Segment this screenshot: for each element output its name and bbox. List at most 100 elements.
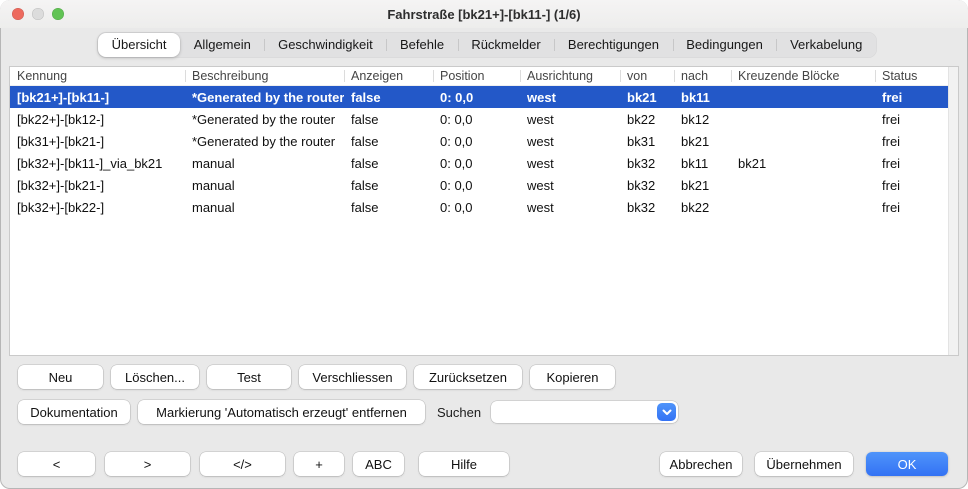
cell-beschreibung: manual <box>185 178 344 193</box>
vertical-scrollbar[interactable] <box>948 67 958 355</box>
column-header-kreuzende[interactable]: Kreuzende Blöcke <box>731 67 875 85</box>
cell-von: bk21 <box>620 90 674 105</box>
table-row[interactable]: [bk32+]-[bk21-]manualfalse0: 0,0westbk32… <box>10 174 958 196</box>
next-button[interactable]: > <box>105 452 190 476</box>
cell-anzeigen: false <box>344 112 433 127</box>
cell-nach: bk21 <box>674 134 731 149</box>
cell-beschreibung: manual <box>185 156 344 171</box>
abbrechen-button[interactable]: Abbrechen <box>660 452 742 476</box>
table-row[interactable]: [bk21+]-[bk11-]*Generated by the routerf… <box>10 86 958 108</box>
cell-position: 0: 0,0 <box>433 90 520 105</box>
hilfe-button[interactable]: Hilfe <box>419 452 509 476</box>
zuruecksetzen-button[interactable]: Zurücksetzen <box>414 365 522 389</box>
search-input[interactable] <box>491 401 678 423</box>
cell-anzeigen: false <box>344 156 433 171</box>
cell-status: frei <box>875 134 946 149</box>
column-header-status[interactable]: Status <box>875 67 946 85</box>
cell-status: frei <box>875 178 946 193</box>
traffic-lights <box>12 8 64 20</box>
column-header-von[interactable]: von <box>620 67 674 85</box>
table-row[interactable]: [bk32+]-[bk11-]_via_bk21manualfalse0: 0,… <box>10 152 958 174</box>
cell-status: frei <box>875 200 946 215</box>
column-header-position[interactable]: Position <box>433 67 520 85</box>
table-row[interactable]: [bk32+]-[bk22-]manualfalse0: 0,0westbk32… <box>10 196 958 218</box>
table-body: [bk21+]-[bk11-]*Generated by the routerf… <box>10 86 958 218</box>
cell-nach: bk22 <box>674 200 731 215</box>
column-header-ausrichtung[interactable]: Ausrichtung <box>520 67 620 85</box>
window-title: Fahrstraße [bk21+]-[bk11-] (1/6) <box>80 0 888 28</box>
cell-ausrichtung: west <box>520 156 620 171</box>
table-row[interactable]: [bk22+]-[bk12-]*Generated by the routerf… <box>10 108 958 130</box>
search-combobox <box>491 401 678 423</box>
column-header-kennung[interactable]: Kennung <box>10 67 185 85</box>
tab-bar: ÜbersichtAllgemeinGeschwindigkeitBefehle… <box>97 32 877 58</box>
tab-befehle[interactable]: Befehle <box>386 33 457 57</box>
remove-auto-flag-button[interactable]: Markierung 'Automatisch erzeugt' entfern… <box>138 400 425 424</box>
secondary-action-row: Dokumentation Markierung 'Automatisch er… <box>18 400 678 424</box>
dialog-buttons: Abbrechen Übernehmen OK <box>660 452 948 476</box>
minimize-button[interactable] <box>32 8 44 20</box>
kopieren-button[interactable]: Kopieren <box>530 365 615 389</box>
cell-status: frei <box>875 112 946 127</box>
loeschen-button[interactable]: Löschen... <box>111 365 199 389</box>
tab-verkabelung[interactable]: Verkabelung <box>776 33 876 57</box>
column-header-nach[interactable]: nach <box>674 67 731 85</box>
cell-ausrichtung: west <box>520 112 620 127</box>
cell-von: bk32 <box>620 178 674 193</box>
uebernehmen-button[interactable]: Übernehmen <box>755 452 853 476</box>
prev-button[interactable]: < <box>18 452 95 476</box>
cell-nach: bk11 <box>674 90 731 105</box>
cell-ausrichtung: west <box>520 90 620 105</box>
cell-von: bk32 <box>620 156 674 171</box>
cell-kennung: [bk32+]-[bk11-]_via_bk21 <box>10 156 185 171</box>
cell-anzeigen: false <box>344 178 433 193</box>
column-header-beschreibung[interactable]: Beschreibung <box>185 67 344 85</box>
ok-button[interactable]: OK <box>866 452 948 476</box>
cell-beschreibung: manual <box>185 200 344 215</box>
cell-von: bk31 <box>620 134 674 149</box>
cell-von: bk22 <box>620 112 674 127</box>
neu-button[interactable]: Neu <box>18 365 103 389</box>
tab-bedingungen[interactable]: Bedingungen <box>673 33 777 57</box>
navigation-row: < > </> + ABC Hilfe <box>18 452 509 476</box>
test-button[interactable]: Test <box>207 365 291 389</box>
cell-kennung: [bk21+]-[bk11-] <box>10 90 185 105</box>
tab-berechtigungen[interactable]: Berechtigungen <box>554 33 672 57</box>
search-dropdown-button[interactable] <box>657 403 676 421</box>
cell-beschreibung: *Generated by the router <box>185 90 344 105</box>
zoom-button[interactable] <box>52 8 64 20</box>
abc-button[interactable]: ABC <box>353 452 404 476</box>
cell-kreuzende: bk21 <box>731 156 875 171</box>
cell-anzeigen: false <box>344 134 433 149</box>
cell-kennung: [bk31+]-[bk21-] <box>10 134 185 149</box>
dokumentation-button[interactable]: Dokumentation <box>18 400 130 424</box>
cell-anzeigen: false <box>344 90 433 105</box>
chevron-down-icon <box>662 409 672 416</box>
tab-geschwindigkeit[interactable]: Geschwindigkeit <box>264 33 386 57</box>
close-button[interactable] <box>12 8 24 20</box>
action-button-row: Neu Löschen... Test Verschliessen Zurücksetz… <box>18 365 615 389</box>
code-button[interactable]: </> <box>200 452 285 476</box>
tab-allgemein[interactable]: Allgemein <box>180 33 264 57</box>
cell-ausrichtung: west <box>520 200 620 215</box>
cell-status: frei <box>875 156 946 171</box>
title-bar[interactable]: Fahrstraße [bk21+]-[bk11-] (1/6) <box>0 0 968 28</box>
cell-von: bk32 <box>620 200 674 215</box>
routes-table: KennungBeschreibungAnzeigenPositionAusri… <box>10 67 958 355</box>
cell-position: 0: 0,0 <box>433 200 520 215</box>
cell-kennung: [bk32+]-[bk22-] <box>10 200 185 215</box>
table-row[interactable]: [bk31+]-[bk21-]*Generated by the routerf… <box>10 130 958 152</box>
tab-ubersicht[interactable]: Übersicht <box>98 33 180 57</box>
verschliessen-button[interactable]: Verschliessen <box>299 365 406 389</box>
column-header-anzeigen[interactable]: Anzeigen <box>344 67 433 85</box>
cell-position: 0: 0,0 <box>433 156 520 171</box>
cell-position: 0: 0,0 <box>433 112 520 127</box>
cell-ausrichtung: west <box>520 178 620 193</box>
cell-position: 0: 0,0 <box>433 178 520 193</box>
cell-beschreibung: *Generated by the router <box>185 112 344 127</box>
plus-button[interactable]: + <box>294 452 344 476</box>
cell-kennung: [bk32+]-[bk21-] <box>10 178 185 193</box>
tab-ruckmelder[interactable]: Rückmelder <box>458 33 555 57</box>
cell-nach: bk11 <box>674 156 731 171</box>
cell-ausrichtung: west <box>520 134 620 149</box>
